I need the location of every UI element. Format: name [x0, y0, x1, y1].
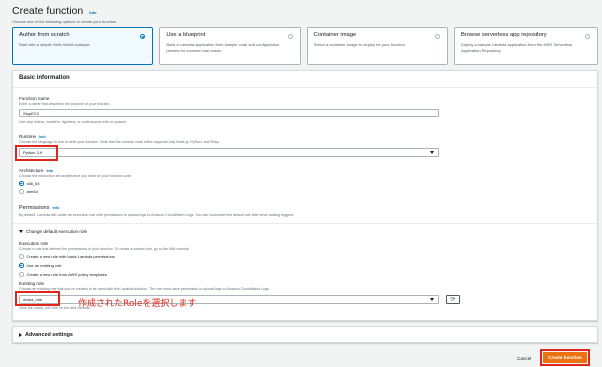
exec-role-toggle-label: Change default execution role [26, 229, 88, 234]
permissions-info-link[interactable]: Info [52, 206, 59, 210]
exec-role-label: Execution role [19, 241, 49, 246]
role-option-label: Create a new role with basic Lambda perm… [26, 254, 115, 259]
role-option-policy-templates[interactable]: Create a new role from AWS policy templa… [19, 272, 107, 277]
option-radio[interactable] [584, 34, 590, 39]
option-serverless-repo[interactable]: Browse serverless app repository Deploy … [453, 27, 598, 65]
create-function-button[interactable]: Create function [543, 352, 587, 363]
role-option-label: Use an existing role [26, 263, 62, 268]
role-option-label: Create a new role from AWS policy templa… [26, 272, 107, 277]
architecture-label: Architecture Info [19, 168, 53, 173]
runtime-hint: Choose the language to use to write your… [19, 140, 220, 144]
runtime-info-link[interactable]: Info [39, 135, 46, 139]
exec-role-toggle[interactable]: Change default execution role [19, 229, 87, 234]
create-options: Author from scratch Start with a simple … [12, 27, 598, 65]
option-use-blueprint[interactable]: Use a blueprint Build a Lambda applicati… [159, 27, 301, 65]
create-function-highlight: Create function [540, 349, 590, 366]
function-name-hint: Enter a name that describes the purpose … [19, 102, 111, 106]
radio-button[interactable] [19, 189, 24, 194]
info-link[interactable]: Info [89, 10, 96, 15]
option-container-image[interactable]: Container image Select a container image… [306, 27, 448, 65]
role-option-new-basic[interactable]: Create a new role with basic Lambda perm… [19, 254, 115, 259]
radio-button[interactable] [19, 263, 24, 268]
chevron-down-icon [430, 151, 434, 154]
permissions-hint: By default, Lambda will create an execut… [19, 213, 295, 217]
panel-header: Basic information [13, 71, 597, 88]
arch-option-arm64[interactable]: arm64 [19, 189, 38, 194]
function-name-input[interactable]: StopEC2 [19, 109, 439, 117]
runtime-select[interactable]: Python 3.9 [19, 148, 439, 157]
runtime-label: Runtime Info [19, 134, 46, 139]
radio-button[interactable] [19, 254, 24, 259]
option-radio[interactable] [287, 34, 293, 39]
arch-option-x86[interactable]: x86_64 [19, 181, 40, 186]
page-subtitle: Choose one of the following options to c… [12, 19, 118, 24]
refresh-icon: ⟳ [450, 297, 456, 303]
option-title: Use a blueprint [166, 32, 206, 38]
advanced-settings-panel[interactable]: Advanced settings [12, 326, 598, 343]
arch-option-label: x86_64 [26, 181, 40, 186]
radio-button[interactable] [19, 272, 24, 277]
divider [13, 223, 597, 224]
runtime-label-text: Runtime [19, 134, 37, 139]
architecture-label-text: Architecture [19, 168, 44, 173]
runtime-highlight-box [15, 145, 58, 161]
annotation-text: 作成されたRoleを選択します [78, 299, 197, 309]
option-desc: Build a Lambda application from sample c… [166, 42, 280, 53]
page-title: Create function [12, 5, 84, 17]
option-title: Container image [313, 32, 357, 38]
radio-button[interactable] [19, 181, 24, 186]
option-desc: Start with a simple Hello World example. [19, 42, 91, 47]
option-desc: Deploy a sample Lambda application from … [460, 42, 573, 53]
advanced-settings-label: Advanced settings [25, 331, 73, 338]
option-title: Browse serverless app repository [460, 32, 547, 38]
arch-option-label: arm64 [26, 189, 38, 194]
option-author-from-scratch[interactable]: Author from scratch Start with a simple … [12, 27, 154, 65]
page-header: Create function Info [12, 5, 97, 17]
option-desc: Select a container image to deploy for y… [313, 42, 406, 47]
architecture-hint: Choose the instruction set architecture … [19, 174, 133, 178]
function-name-label: Function name [19, 96, 50, 101]
function-name-rule: Use only letters, numbers, hyphens, or u… [19, 120, 128, 124]
exec-role-hint: Choose a role that defines the permissio… [19, 247, 190, 251]
option-radio[interactable] [140, 34, 146, 39]
caret-right-icon [19, 332, 22, 337]
role-option-existing[interactable]: Use an existing role [19, 263, 62, 268]
caret-down-icon [19, 230, 23, 233]
option-radio[interactable] [434, 34, 440, 39]
permissions-label: Permissions [19, 205, 50, 211]
chevron-down-icon [430, 298, 434, 301]
existing-role-label: Existing role [19, 281, 45, 286]
role-highlight-box [15, 291, 60, 306]
option-title: Author from scratch [19, 32, 70, 38]
architecture-info-link[interactable]: Info [47, 169, 54, 173]
cancel-button[interactable]: Cancel [517, 356, 531, 361]
refresh-button[interactable]: ⟳ [446, 295, 460, 304]
permissions-heading: Permissions Info [19, 205, 59, 211]
basic-information-panel: Basic information Function name Enter a … [12, 70, 598, 321]
